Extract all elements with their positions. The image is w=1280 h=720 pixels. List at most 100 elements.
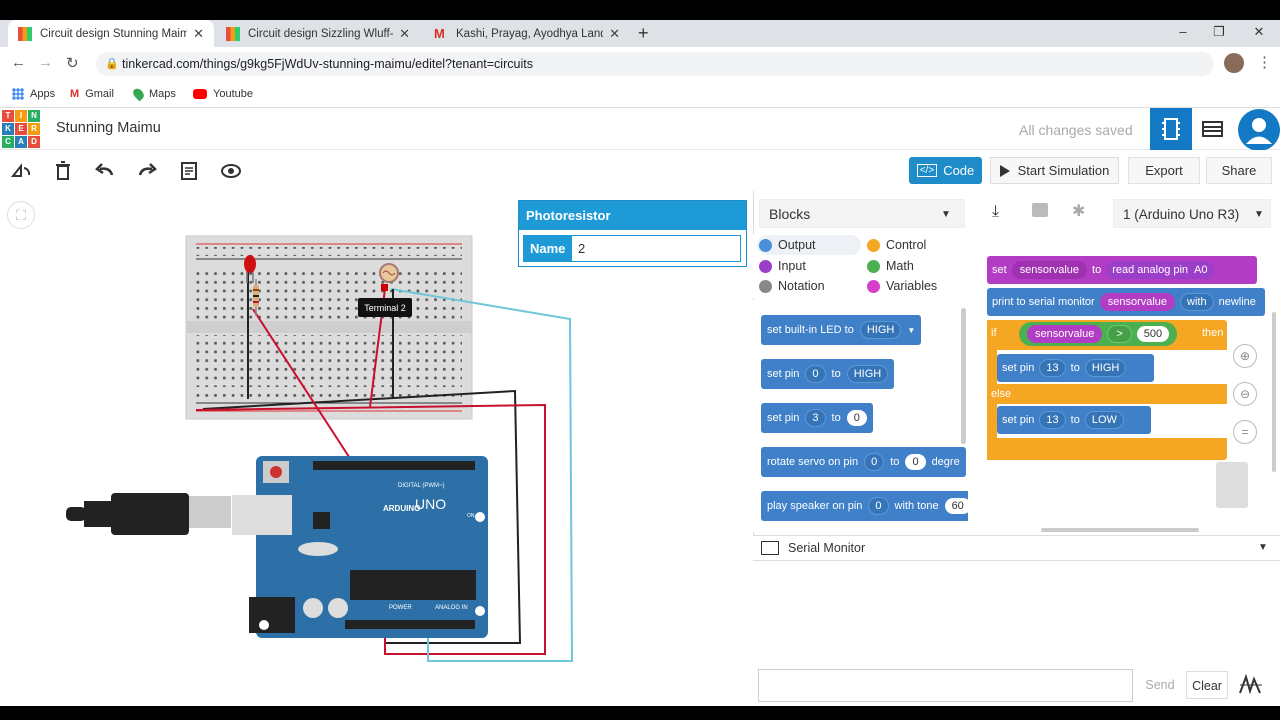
close-tab-icon[interactable]: ✕ [193, 26, 204, 42]
tab-circuit-stunning-maimu[interactable]: Circuit design Stunning Maimu | ✕ [8, 20, 214, 47]
rotate-icon[interactable] [10, 160, 32, 182]
delete-icon[interactable] [52, 160, 74, 182]
share-button[interactable]: Share [1206, 157, 1272, 184]
block-dropdown[interactable]: HIGH [859, 321, 902, 339]
url-field[interactable]: 🔒 tinkercad.com/things/g9kg5FjWdUv-stunn… [96, 52, 1214, 76]
circuit-view-button[interactable] [1150, 108, 1192, 150]
trash-can-icon[interactable] [1216, 462, 1248, 508]
blocks-workspace[interactable]: set sensorvalue to read analog pin A0 pri… [971, 234, 1280, 534]
block-set-pin-digital[interactable]: set pin 0 to HIGH [761, 359, 895, 389]
chevron-down-icon[interactable]: ▼ [1258, 542, 1268, 553]
category-control[interactable]: Control [867, 235, 926, 255]
newline-dropdown[interactable]: with [1180, 293, 1214, 311]
forward-arrow-icon[interactable]: → [38, 54, 53, 71]
debugger-bug-icon[interactable]: ✱ [1072, 201, 1085, 221]
analog-pin-dropdown[interactable]: A0 [1194, 264, 1207, 276]
block-text: set pin [1002, 414, 1035, 426]
logo-letter: D [28, 136, 40, 148]
bookmark-gmail[interactable]: M Gmail [70, 82, 114, 106]
block-rotate-servo[interactable]: rotate servo on pin 0 to 0 degre [761, 447, 966, 477]
component-list-button[interactable] [1200, 118, 1226, 140]
bookmark-maps[interactable]: Maps [131, 82, 176, 106]
workspace-h-scrollbar[interactable] [1041, 528, 1199, 532]
user-avatar[interactable] [1238, 109, 1280, 151]
code-button[interactable]: </> Code [909, 157, 982, 184]
bookmark-apps[interactable]: Apps [12, 82, 55, 106]
code-button-label: Code [943, 163, 975, 178]
redo-icon[interactable] [136, 160, 158, 182]
variable-reporter[interactable]: sensorvalue [1027, 325, 1103, 343]
compare-block[interactable]: sensorvalue > 500 [1019, 322, 1178, 346]
inspector-name-field[interactable]: 2 [571, 235, 741, 262]
browser-menu-icon[interactable]: ⋮ [1257, 53, 1272, 71]
browser-tab-bar: Circuit design Stunning Maimu | ✕ Circui… [0, 20, 1280, 47]
block-dropdown[interactable]: 0 [864, 453, 885, 471]
zoom-reset-icon[interactable]: = [1233, 420, 1257, 444]
level-dropdown[interactable]: HIGH [1084, 359, 1127, 377]
tab-circuit-sizzling[interactable]: Circuit design Sizzling Wluff-Hilla ✕ [216, 20, 420, 47]
block-number-input[interactable]: 0 [905, 454, 926, 470]
variable-reporter[interactable]: sensorvalue [1099, 293, 1176, 311]
category-label: Output [778, 238, 816, 252]
block-play-speaker[interactable]: play speaker on pin 0 with tone 60 [761, 491, 968, 521]
block-set-pin-low[interactable]: set pin 13 to LOW [997, 406, 1151, 434]
arduino-uno-board[interactable]: ARDUINO UNO DIGITAL (PWM~) POWER ANALOG … [249, 456, 488, 638]
block-set-pin-high[interactable]: set pin 13 to HIGH [997, 354, 1154, 382]
board-select[interactable]: 1 (Arduino Uno R3) ▼ [1113, 199, 1271, 228]
block-set-pin-analog[interactable]: set pin 3 to 0 [761, 403, 873, 433]
usb-cable[interactable] [66, 493, 292, 535]
category-notation[interactable]: Notation [759, 276, 825, 296]
block-number-input[interactable]: 60 [944, 498, 968, 514]
tinkercad-logo[interactable]: T I N K E R C A D [2, 110, 40, 148]
visibility-eye-icon[interactable] [220, 160, 242, 182]
new-tab-button[interactable]: + [638, 23, 649, 44]
breadboard[interactable] [185, 235, 473, 420]
block-dropdown[interactable]: 0 [868, 497, 889, 515]
block-print-serial[interactable]: print to serial monitor sensorvalue with… [987, 288, 1265, 316]
block-number-input[interactable]: 0 [846, 410, 867, 426]
level-dropdown[interactable]: LOW [1084, 411, 1124, 429]
category-variables[interactable]: Variables [867, 276, 937, 296]
maps-pin-icon [131, 86, 146, 102]
start-simulation-button[interactable]: Start Simulation [990, 157, 1119, 184]
operator-dropdown[interactable]: > [1107, 325, 1132, 343]
download-icon[interactable]: ⤓ [992, 203, 999, 221]
close-tab-icon[interactable]: ✕ [609, 26, 620, 42]
close-tab-icon[interactable]: ✕ [399, 26, 410, 42]
terminal-tooltip: Terminal 2 [358, 298, 412, 317]
zoom-out-icon[interactable]: ⊖ [1233, 382, 1257, 406]
notes-icon[interactable] [178, 160, 200, 182]
pin-dropdown[interactable]: 13 [1039, 411, 1066, 429]
category-output[interactable]: Output [759, 235, 816, 255]
serial-monitor-header[interactable]: Serial Monitor ▼ [753, 535, 1280, 561]
reload-icon[interactable]: ↻ [66, 54, 79, 72]
pin-dropdown[interactable]: 13 [1039, 359, 1066, 377]
close-window-button[interactable]: ✕ [1236, 20, 1280, 47]
zoom-in-icon[interactable]: ⊕ [1233, 344, 1257, 368]
undo-icon[interactable] [94, 160, 116, 182]
bookmark-youtube[interactable]: Youtube [193, 82, 253, 106]
tab-gmail-kashi[interactable]: M Kashi, Prayag, Ayodhya Land Tou ✕ [424, 20, 630, 47]
code-mode-select[interactable]: Blocks ▼ [759, 199, 965, 228]
clear-button[interactable]: Clear [1186, 671, 1228, 699]
palette-scrollbar[interactable] [961, 308, 966, 444]
threshold-input[interactable]: 500 [1136, 326, 1170, 342]
block-set-builtin-led[interactable]: set built-in LED to HIGH ▼ [761, 315, 922, 345]
block-set-variable[interactable]: set sensorvalue to read analog pin A0 [987, 256, 1257, 284]
block-dropdown[interactable]: HIGH [846, 365, 889, 383]
profile-avatar[interactable] [1224, 53, 1244, 73]
back-arrow-icon[interactable]: ← [11, 54, 26, 71]
category-input[interactable]: Input [759, 256, 806, 276]
send-button[interactable]: Send [1139, 673, 1181, 697]
read-analog-block[interactable]: read analog pin A0 [1106, 261, 1214, 279]
block-dropdown[interactable]: 3 [805, 409, 826, 427]
serial-input[interactable] [758, 669, 1133, 702]
block-dropdown[interactable]: 0 [805, 365, 826, 383]
project-title[interactable]: Stunning Maimu [56, 120, 161, 136]
export-button[interactable]: Export [1128, 157, 1200, 184]
upload-icon[interactable] [1032, 203, 1048, 217]
workspace-v-scrollbar[interactable] [1272, 312, 1276, 472]
variable-dropdown[interactable]: sensorvalue [1011, 261, 1088, 279]
category-math[interactable]: Math [867, 256, 914, 276]
graph-toggle-button[interactable] [1236, 671, 1266, 699]
